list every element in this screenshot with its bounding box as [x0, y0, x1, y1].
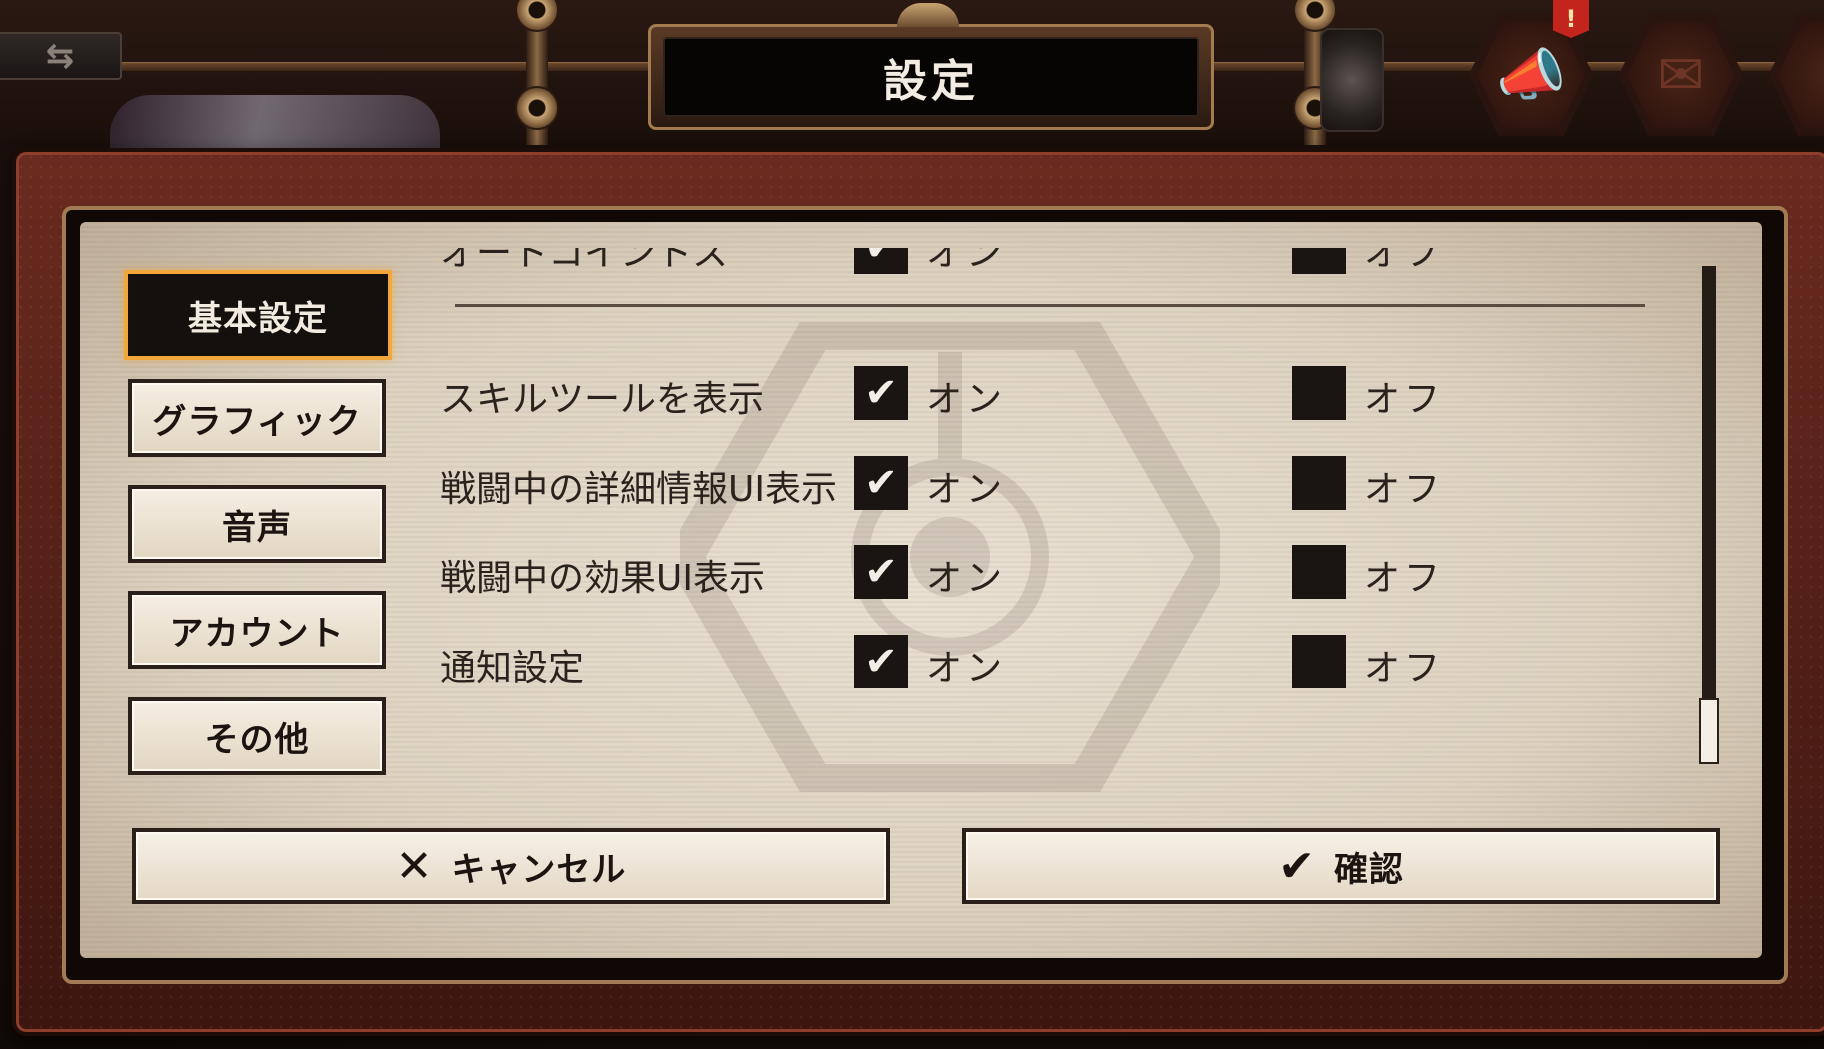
option-off-label: オフ — [1364, 379, 1445, 420]
confirm-button[interactable]: ✔ 確認 — [962, 828, 1720, 904]
checkbox-off[interactable] — [1292, 456, 1346, 510]
option-off-label: オフ — [1364, 558, 1445, 599]
background-art — [110, 95, 440, 155]
scrollbar-thumb[interactable] — [1699, 698, 1719, 764]
checkmark-icon: ✔ — [864, 639, 898, 685]
setting-label: 戦闘中の詳細情報UI表示 — [440, 469, 837, 510]
section-divider — [455, 304, 1645, 307]
tab-audio[interactable]: 音声 — [128, 485, 386, 563]
checkbox-off[interactable] — [1292, 545, 1346, 599]
settings-list[interactable]: オートコイントス ✔ オン オフ スキルツールを表示 ✔ オン オフ 戦闘中の詳… — [440, 248, 1540, 688]
settings-panel: 基本設定 グラフィック 音声 アカウント その他 オートコイントス ✔ オン オ… — [80, 222, 1762, 958]
checkbox-on[interactable]: ✔ — [854, 635, 908, 688]
page-title: 設定 — [883, 56, 979, 107]
setting-row-battle-detail-ui: 戦闘中の詳細情報UI表示 ✔ オン オフ — [440, 452, 1540, 512]
scrollbar-track[interactable] — [1702, 266, 1716, 762]
checkbox-on[interactable]: ✔ — [854, 366, 908, 420]
notification-badge: ! — [1553, 0, 1589, 38]
title-plate: 設定 — [648, 3, 1214, 130]
option-off-label: オフ — [1364, 248, 1445, 274]
option-on-label: オン — [926, 558, 1007, 599]
emblem-icon — [1320, 28, 1384, 132]
option-on-label: オン — [926, 379, 1007, 420]
checkmark-icon: ✔ — [864, 549, 898, 595]
swap-arrows-icon: ⇆ — [45, 36, 75, 76]
tab-account[interactable]: アカウント — [128, 591, 386, 669]
option-on-label: オン — [926, 248, 1007, 274]
option-on-label: オン — [926, 648, 1007, 688]
setting-label: スキルツールを表示 — [440, 379, 765, 420]
cancel-button[interactable]: ✕ キャンセル — [132, 828, 890, 904]
back-button[interactable]: ⇆ — [0, 32, 122, 80]
checkmark-icon: ✔ — [1278, 840, 1316, 892]
setting-row-battle-effect-ui: 戦闘中の効果UI表示 ✔ オン オフ — [440, 541, 1540, 601]
mail-icon: ✉ — [1657, 42, 1705, 108]
decorative-pipe-left — [515, 0, 559, 145]
checkmark-icon: ✔ — [864, 248, 898, 270]
confirm-label: 確認 — [1333, 849, 1404, 890]
checkbox-on[interactable]: ✔ — [854, 545, 908, 599]
cancel-label: キャンセル — [451, 849, 627, 890]
setting-row-auto-coin-toss: オートコイントス ✔ オン オフ — [440, 248, 1540, 276]
checkbox-off[interactable] — [1292, 635, 1346, 688]
megaphone-icon: 📣 — [1496, 43, 1566, 108]
checkbox-on[interactable]: ✔ — [854, 456, 908, 510]
option-on-label: オン — [926, 469, 1007, 510]
tab-basic-settings[interactable]: 基本設定 — [124, 270, 392, 360]
option-off-label: オフ — [1364, 648, 1445, 688]
setting-row-notifications: 通知設定 ✔ オン オフ — [440, 631, 1540, 688]
checkbox-off[interactable] — [1292, 366, 1346, 420]
option-off-label: オフ — [1364, 469, 1445, 510]
checkmark-icon: ✔ — [864, 370, 898, 416]
tab-other[interactable]: その他 — [128, 697, 386, 775]
settings-screen: ⇆ 設定 📣 ✉ ! 基本設定 グラフィック 音声 アカウント その他 オートコ… — [0, 0, 1824, 1049]
checkbox-off[interactable] — [1292, 248, 1346, 274]
setting-row-skill-tool: スキルツールを表示 ✔ オン オフ — [440, 362, 1540, 422]
setting-label: 通知設定 — [440, 648, 585, 688]
setting-label: 戦闘中の効果UI表示 — [440, 558, 765, 599]
checkbox-on[interactable]: ✔ — [854, 248, 908, 274]
bolt-icon — [515, 86, 559, 130]
close-icon: ✕ — [395, 840, 434, 892]
tab-graphics[interactable]: グラフィック — [128, 379, 386, 457]
setting-label: オートコイントス — [440, 248, 729, 274]
checkmark-icon: ✔ — [864, 460, 898, 506]
